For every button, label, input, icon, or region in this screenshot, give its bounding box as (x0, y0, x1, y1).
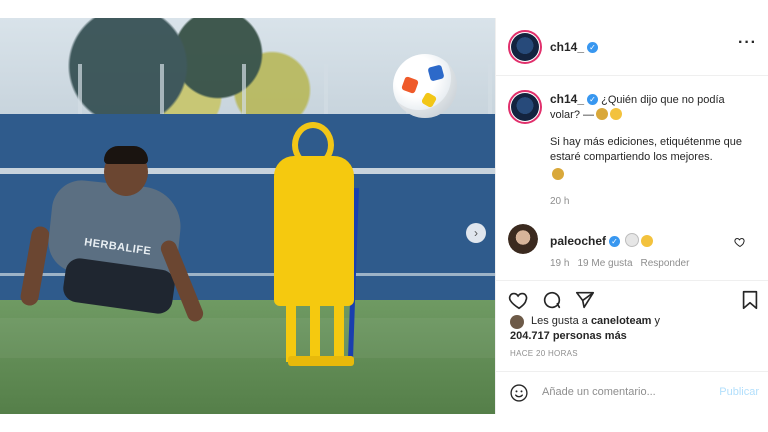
heart-icon[interactable] (508, 289, 530, 311)
caption-line2: Si hay más ediciones, etiquétenme que es… (550, 136, 743, 163)
smile-icon[interactable] (509, 383, 529, 403)
avatar-image (511, 93, 539, 121)
comment-meta: 19 h 19 Me gusta Responder (550, 258, 689, 269)
avatar-image (511, 33, 539, 61)
comment-icon[interactable] (541, 289, 563, 311)
training-dummy (270, 122, 360, 370)
liker-avatar (510, 315, 524, 329)
player-diving: HERBALIFE (19, 146, 214, 346)
praying-emoji (552, 168, 564, 180)
verified-icon: ✓ (609, 236, 621, 247)
dummy-leg (334, 292, 344, 362)
likes-text: Les gusta a caneloteam y (531, 314, 660, 329)
author-username[interactable]: ch14_ (550, 40, 584, 54)
dummy-leg (310, 292, 320, 362)
more-icon[interactable]: ··· (738, 34, 757, 52)
ball-panel (427, 64, 445, 82)
dash-emoji: — (583, 109, 595, 121)
comment-time: 19 h (550, 258, 570, 269)
post-time: HACE 20 HORAS (510, 349, 578, 358)
share-icon[interactable] (574, 289, 596, 311)
flying-emoji (596, 108, 609, 120)
avatar-image (508, 224, 538, 254)
post-header: ch14_ ✓ ··· (496, 18, 768, 76)
likes-prefix: Les gusta a (531, 315, 591, 327)
author-name-row: ch14_ ✓ (550, 38, 599, 56)
commenter-avatar[interactable] (508, 224, 538, 254)
add-comment-bar: Añade un comentario... Publicar (496, 371, 768, 415)
laughing-emoji (610, 108, 623, 120)
publish-button[interactable]: Publicar (719, 386, 759, 398)
caption-text: ch14_ ✓ ¿Quién dijo que no podía volar? —… (550, 92, 750, 183)
ball-panel (401, 76, 419, 94)
next-icon[interactable]: › (466, 223, 486, 243)
comment-input[interactable]: Añade un comentario... (542, 386, 656, 398)
skull-emoji (625, 233, 640, 247)
caption-avatar[interactable] (508, 90, 542, 124)
likes-user[interactable]: caneloteam (591, 315, 652, 327)
author-avatar[interactable] (508, 30, 542, 64)
likes-summary: Les gusta a caneloteam y 204.717 persona… (510, 314, 660, 344)
laughing-emoji (641, 235, 654, 247)
comment-body: paleochef ✓ (550, 233, 720, 248)
likes-suffix: y (651, 315, 661, 327)
post-image[interactable]: HERBALIFE › (0, 18, 495, 414)
commenter-username[interactable]: paleochef (550, 234, 606, 248)
caption-time: 20 h (550, 196, 570, 207)
dummy-leg (286, 292, 296, 362)
soccer-ball (393, 54, 457, 118)
post-panel: ch14_ ✓ ··· ch14_ ✓ ¿Quién dijo que no pod… (495, 18, 768, 414)
reply-button[interactable]: Responder (641, 258, 690, 269)
player-hair (104, 146, 148, 164)
comment-heart-icon[interactable] (734, 236, 746, 248)
caption-username[interactable]: ch14_ (550, 92, 584, 106)
verified-icon: ✓ (587, 42, 599, 53)
player-arm-left (19, 225, 51, 307)
dummy-base (288, 356, 354, 366)
verified-icon: ✓ (587, 94, 599, 105)
dummy-body (274, 156, 354, 306)
comment-likes[interactable]: 19 Me gusta (577, 258, 632, 269)
ball-panel (420, 91, 438, 109)
bookmark-icon[interactable] (739, 289, 761, 311)
likes-count[interactable]: 204.717 personas más (510, 329, 660, 344)
